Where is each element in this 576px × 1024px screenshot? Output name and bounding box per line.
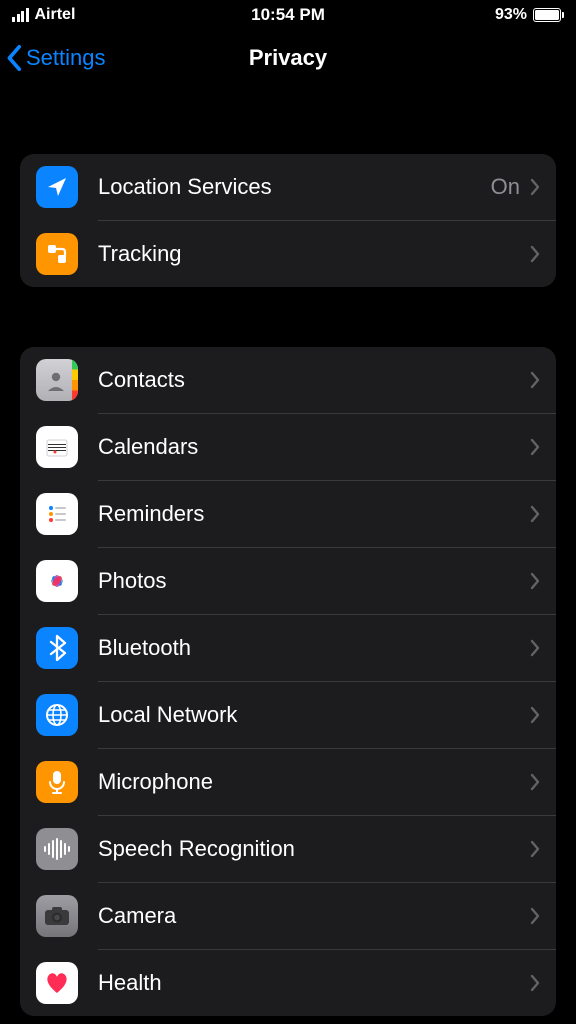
bluetooth-icon (36, 627, 78, 669)
chevron-right-icon (530, 438, 540, 456)
group-location: Location Services On Tracking (20, 154, 556, 287)
chevron-right-icon (530, 178, 540, 196)
row-bluetooth[interactable]: Bluetooth (20, 615, 556, 681)
globe-icon (36, 694, 78, 736)
row-tracking[interactable]: Tracking (20, 221, 556, 287)
row-label: Bluetooth (98, 635, 191, 661)
chevron-right-icon (530, 706, 540, 724)
nav-bar: Settings Privacy (0, 30, 576, 86)
row-speech-recognition[interactable]: Speech Recognition (20, 816, 556, 882)
chevron-left-icon (6, 44, 24, 72)
row-microphone[interactable]: Microphone (20, 749, 556, 815)
content: Location Services On Tracking Contacts (0, 154, 576, 1016)
row-detail: On (491, 174, 520, 199)
camera-icon (36, 895, 78, 937)
signal-icon (12, 8, 29, 22)
chevron-right-icon (530, 840, 540, 858)
row-label: Contacts (98, 367, 185, 393)
microphone-icon (36, 761, 78, 803)
row-contacts[interactable]: Contacts (20, 347, 556, 413)
chevron-right-icon (530, 371, 540, 389)
clock: 10:54 PM (251, 5, 325, 25)
row-reminders[interactable]: Reminders (20, 481, 556, 547)
battery-icon (533, 8, 564, 22)
chevron-right-icon (530, 572, 540, 590)
carrier-label: Airtel (35, 6, 76, 24)
chevron-right-icon (530, 505, 540, 523)
row-location-services[interactable]: Location Services On (20, 154, 556, 220)
row-health[interactable]: Health (20, 950, 556, 1016)
status-right: 93% (495, 6, 564, 24)
row-label: Photos (98, 568, 167, 594)
page-title: Privacy (249, 45, 327, 71)
back-label: Settings (26, 45, 106, 71)
row-label: Speech Recognition (98, 836, 295, 862)
back-button[interactable]: Settings (0, 44, 106, 72)
row-label: Camera (98, 903, 176, 929)
calendar-icon (36, 426, 78, 468)
row-label: Tracking (98, 241, 182, 267)
chevron-right-icon (530, 639, 540, 657)
reminders-icon (36, 493, 78, 535)
photos-icon (36, 560, 78, 602)
battery-pct: 93% (495, 6, 527, 24)
row-local-network[interactable]: Local Network (20, 682, 556, 748)
row-calendars[interactable]: Calendars (20, 414, 556, 480)
location-arrow-icon (36, 166, 78, 208)
row-label: Location Services (98, 174, 272, 200)
row-photos[interactable]: Photos (20, 548, 556, 614)
status-left: Airtel (12, 6, 75, 24)
chevron-right-icon (530, 245, 540, 263)
contacts-icon (36, 359, 78, 401)
row-label: Reminders (98, 501, 204, 527)
chevron-right-icon (530, 773, 540, 791)
row-label: Calendars (98, 434, 198, 460)
waveform-icon (36, 828, 78, 870)
tracking-icon (36, 233, 78, 275)
heart-icon (36, 962, 78, 1004)
row-camera[interactable]: Camera (20, 883, 556, 949)
row-label: Local Network (98, 702, 237, 728)
status-bar: Airtel 10:54 PM 93% (0, 0, 576, 30)
group-apps: Contacts Calendars Reminders (20, 347, 556, 1016)
chevron-right-icon (530, 907, 540, 925)
row-label: Health (98, 970, 162, 996)
row-label: Microphone (98, 769, 213, 795)
chevron-right-icon (530, 974, 540, 992)
